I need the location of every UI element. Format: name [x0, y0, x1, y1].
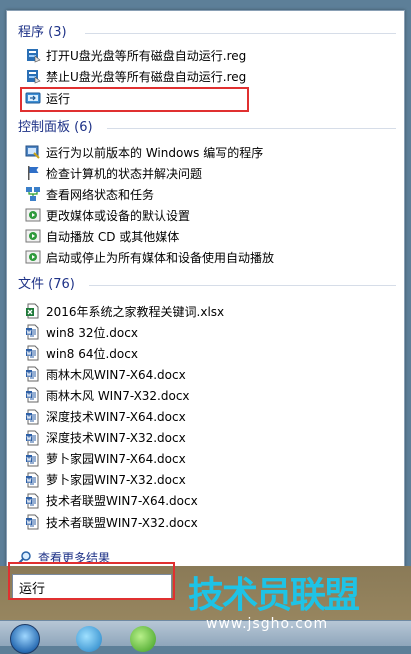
result-item-disable-autorun-reg[interactable]: 禁止U盘光盘等所有磁盘自动运行.reg — [25, 66, 246, 86]
word-file-icon — [25, 514, 41, 530]
start-button[interactable] — [10, 624, 40, 654]
word-file-icon — [25, 493, 41, 509]
result-item-label: 查看网络状态和任务 — [46, 187, 155, 202]
file-result-label: 萝卜家园WIN7-X32.docx — [46, 473, 186, 488]
file-result-item[interactable]: 萝卜家园WIN7-X32.docx — [25, 470, 186, 490]
result-item-enable-autorun-reg[interactable]: 打开U盘光盘等所有磁盘自动运行.reg — [25, 45, 246, 65]
start-menu-search-results: 程序 (3) 打开U盘光盘等所有磁盘自动运行.reg 禁止U盘光盘等所有磁盘自动… — [6, 10, 405, 616]
file-result-label: 雨林木风WIN7-X64.docx — [46, 367, 186, 382]
section-title-control-panel: 控制面板 (6) — [18, 120, 93, 135]
result-item-label: 运行为以前版本的 Windows 编写的程序 — [46, 145, 264, 160]
result-item-autoplay-cd[interactable]: 自动播放 CD 或其他媒体 — [25, 226, 179, 246]
autoplay-icon — [25, 228, 41, 244]
watermark-url: www.jsgho.com — [206, 616, 329, 632]
result-item-compatibility[interactable]: 运行为以前版本的 Windows 编写的程序 — [25, 142, 263, 162]
registry-icon — [25, 68, 41, 84]
registry-icon — [25, 47, 41, 63]
autoplay-icon — [25, 249, 41, 265]
word-file-icon — [25, 409, 41, 425]
word-file-icon — [25, 345, 41, 361]
file-result-item[interactable]: win8 32位.docx — [25, 322, 138, 342]
result-item-check-status[interactable]: 检查计算机的状态并解决问题 — [25, 163, 202, 183]
run-highlight-box — [20, 87, 249, 112]
result-item-label: 启动或停止为所有媒体和设备使用自动播放 — [46, 250, 275, 265]
result-item-toggle-autoplay[interactable]: 启动或停止为所有媒体和设备使用自动播放 — [25, 247, 274, 267]
file-result-label: 萝卜家园WIN7-X64.docx — [46, 452, 186, 467]
file-result-item[interactable]: 雨林木风WIN7-X64.docx — [25, 364, 186, 384]
result-item-label: 更改媒体或设备的默认设置 — [46, 208, 191, 223]
result-item-label: 禁止U盘光盘等所有磁盘自动运行.reg — [46, 69, 247, 84]
file-result-item[interactable]: 深度技术WIN7-X32.docx — [25, 428, 186, 448]
result-item-network-status[interactable]: 查看网络状态和任务 — [25, 184, 154, 204]
file-result-label: 深度技术WIN7-X32.docx — [46, 431, 186, 446]
file-result-item[interactable]: 深度技术WIN7-X64.docx — [25, 407, 186, 427]
excel-file-icon — [25, 303, 41, 319]
compatibility-icon — [25, 144, 41, 160]
word-file-icon — [25, 366, 41, 382]
result-item-label: 自动播放 CD 或其他媒体 — [46, 229, 180, 244]
section-divider — [85, 33, 396, 34]
file-result-label: 深度技术WIN7-X64.docx — [46, 410, 186, 424]
result-item-label: 打开U盘光盘等所有磁盘自动运行.reg — [46, 48, 247, 63]
file-result-label: win8 32位.docx — [46, 325, 138, 340]
section-title-programs: 程序 (3) — [18, 25, 67, 40]
browser-icon[interactable] — [130, 626, 156, 652]
file-result-label: 技术者联盟WIN7-X32.docx — [46, 515, 198, 530]
result-item-label: 检查计算机的状态并解决问题 — [46, 166, 203, 181]
word-file-icon — [25, 472, 41, 488]
file-result-item[interactable]: 雨林木风 WIN7-X32.docx — [25, 385, 190, 405]
file-result-label: 雨林木风 WIN7-X32.docx — [46, 388, 190, 403]
file-result-item[interactable]: 技术者联盟WIN7-X32.docx — [25, 512, 198, 532]
word-file-icon — [25, 451, 41, 467]
file-result-label: 技术者联盟WIN7-X64.docx — [46, 494, 198, 509]
internet-explorer-icon[interactable] — [76, 626, 102, 652]
file-result-item[interactable]: win8 64位.docx — [25, 343, 138, 363]
search-highlight-box — [8, 562, 175, 600]
word-file-icon — [25, 430, 41, 446]
file-result-item[interactable]: 萝卜家园WIN7-X64.docx — [25, 449, 186, 469]
file-result-label: win8 64位.docx — [46, 346, 138, 361]
watermark-logo: 技术员联盟 — [188, 575, 360, 616]
section-divider — [107, 128, 396, 129]
file-result-item[interactable]: 技术者联盟WIN7-X64.docx — [25, 491, 198, 511]
autoplay-icon — [25, 207, 41, 223]
word-file-icon — [25, 324, 41, 340]
section-title-files: 文件 (76) — [18, 277, 75, 292]
flag-icon — [25, 165, 41, 181]
file-result-label: 2016年系统之家教程关键词.xlsx — [46, 304, 225, 319]
result-item-media-defaults[interactable]: 更改媒体或设备的默认设置 — [25, 205, 190, 225]
file-result-item[interactable]: 2016年系统之家教程关键词.xlsx — [25, 301, 224, 321]
section-divider — [89, 285, 396, 286]
network-icon — [25, 186, 41, 202]
word-file-icon — [25, 387, 41, 403]
